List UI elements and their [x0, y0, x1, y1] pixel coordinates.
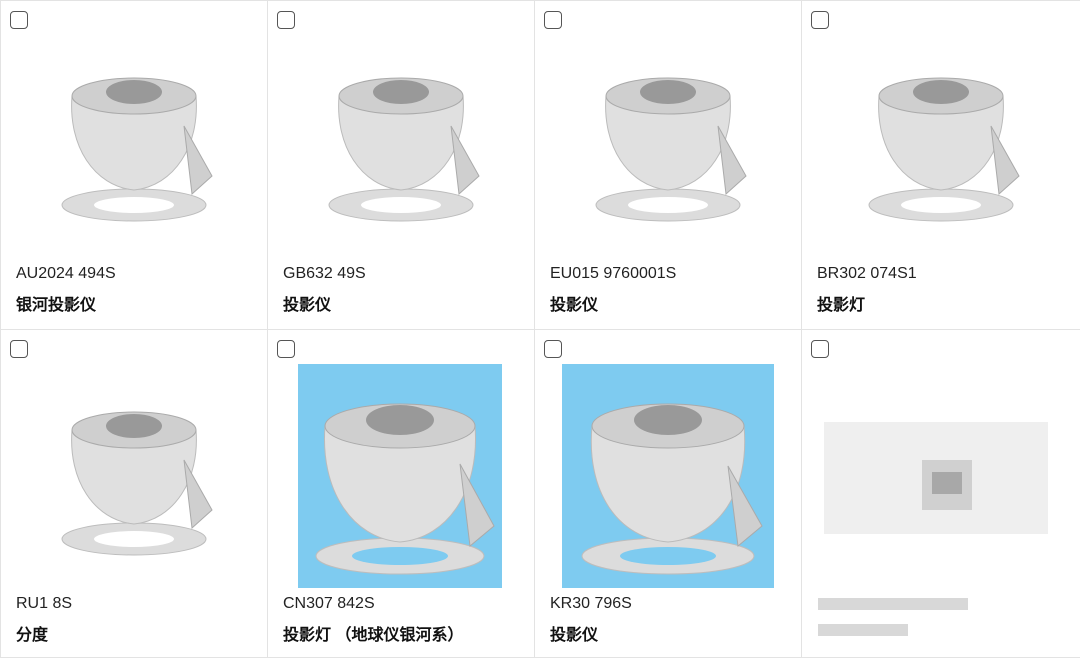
product-card[interactable]: RU1 8S 分度: [1, 330, 268, 658]
product-code: BR302 074S1: [817, 265, 917, 282]
product-name-redacted: [817, 621, 909, 639]
product-name: 投影灯 （地球仪银河系）: [283, 627, 464, 644]
product-thumbnail[interactable]: [802, 330, 1080, 570]
product-thumbnail[interactable]: [535, 1, 801, 241]
product-name: 银河投影仪: [16, 297, 97, 314]
product-thumbnail[interactable]: [802, 1, 1080, 241]
product-thumbnail[interactable]: [1, 1, 267, 241]
product-thumbnail[interactable]: [268, 1, 534, 241]
product-thumbnail[interactable]: [1, 330, 267, 570]
product-code-redacted: [817, 595, 969, 613]
product-name: 投影仪: [550, 297, 599, 314]
product-thumbnail[interactable]: [268, 330, 534, 590]
product-name: 投影仪: [283, 297, 332, 314]
product-card[interactable]: AU2024 494S 银河投影仪: [1, 0, 268, 330]
product-card[interactable]: GB632 49S 投影仪: [268, 0, 535, 330]
product-code: GB632 49S: [283, 265, 366, 282]
product-code: KR30 796S: [550, 595, 632, 612]
product-code: AU2024 494S: [16, 265, 116, 282]
product-code: RU1 8S: [16, 595, 73, 612]
product-card[interactable]: [802, 330, 1080, 658]
product-card[interactable]: EU015 9760001S 投影仪: [535, 0, 802, 330]
product-card[interactable]: KR30 796S 投影仪: [535, 330, 802, 658]
product-code: EU015 9760001S: [550, 265, 677, 282]
product-grid: AU2024 494S 银河投影仪 GB632 49S 投影仪 EU015 97…: [0, 0, 1080, 658]
product-card[interactable]: CN307 842S 投影灯 （地球仪银河系）: [268, 330, 535, 658]
product-card[interactable]: BR302 074S1 投影灯: [802, 0, 1080, 330]
product-name: 分度: [16, 627, 49, 644]
product-code: CN307 842S: [283, 595, 375, 612]
product-thumbnail[interactable]: [535, 330, 801, 590]
product-name: 投影灯: [817, 297, 866, 314]
product-name: 投影仪: [550, 627, 599, 644]
